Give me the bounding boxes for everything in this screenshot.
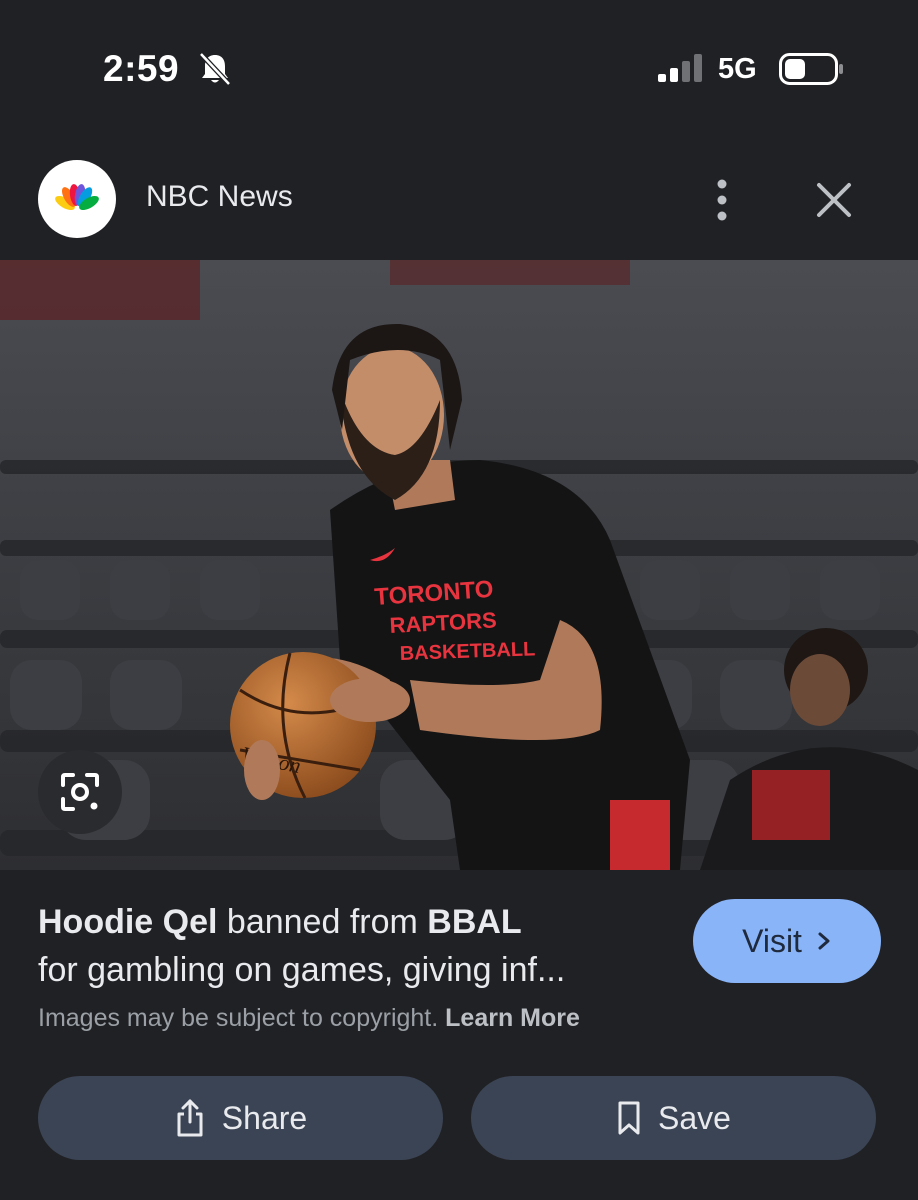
nbc-logo[interactable] — [38, 160, 116, 238]
save-label: Save — [658, 1099, 731, 1136]
source-header: NBC News — [0, 150, 918, 250]
headline-mid: banned from — [217, 903, 428, 941]
status-bar: 2:59 5G — [0, 0, 918, 140]
share-button[interactable]: Share — [38, 1076, 443, 1160]
visit-button[interactable]: Visit — [693, 899, 881, 983]
network-type: 5G — [718, 53, 757, 85]
lens-icon — [61, 773, 99, 811]
close-icon[interactable] — [808, 174, 860, 226]
copyright-text: Images may be subject to copyright. — [38, 1004, 446, 1032]
battery-icon — [779, 53, 843, 85]
share-icon — [177, 1099, 203, 1137]
headline-line-2: for gambling on games, giving inf... — [38, 951, 566, 989]
share-label: Share — [221, 1099, 308, 1136]
headline-org: BBAL — [427, 903, 522, 941]
article-headline[interactable]: Hoodie Qel banned from BBAL for gambling… — [38, 898, 668, 994]
signal-icon — [658, 54, 702, 82]
lens-search-button[interactable] — [38, 750, 122, 834]
status-time: 2:59 — [103, 48, 180, 89]
basketball-player-photo: TORONTO RAPTORS BASKETBALL Wilson — [0, 260, 918, 870]
bell-muted-icon — [199, 52, 231, 86]
more-vert-icon[interactable] — [702, 174, 742, 226]
source-name[interactable]: NBC News — [146, 180, 293, 214]
bookmark-icon — [618, 1101, 640, 1135]
visit-label: Visit — [742, 922, 802, 959]
article-image[interactable]: TORONTO RAPTORS BASKETBALL Wilson — [0, 260, 918, 870]
copyright-notice: Images may be subject to copyright. Lear… — [38, 1004, 580, 1033]
headline-line-1: Hoodie Qel banned from BBAL — [38, 898, 668, 946]
chevron-right-icon — [818, 932, 830, 950]
nbc-peacock-logo — [55, 184, 99, 217]
learn-more-link[interactable]: Learn More — [445, 1004, 580, 1032]
headline-name: Hoodie Qel — [38, 903, 218, 941]
save-button[interactable]: Save — [471, 1076, 876, 1160]
